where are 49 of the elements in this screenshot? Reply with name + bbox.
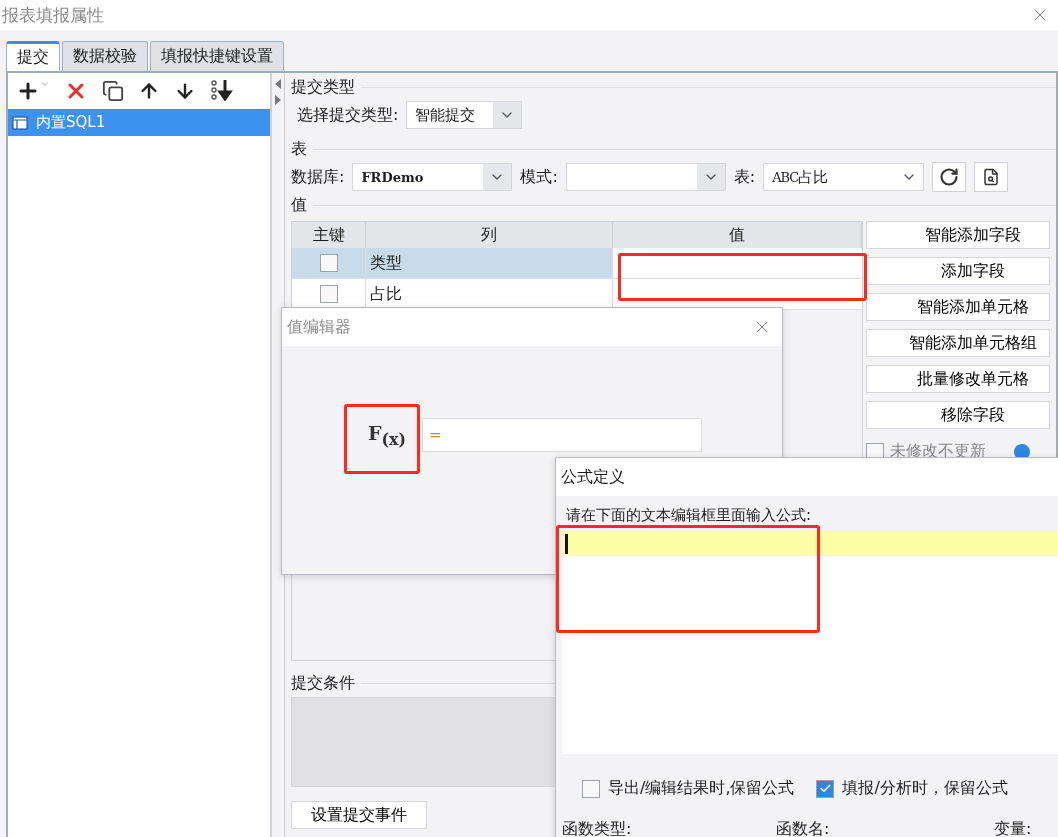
tab[interactable]: 填报快捷键设置 — [150, 41, 284, 71]
section-heading: 提交类型 — [291, 76, 355, 98]
action-button[interactable]: 智能添加单元格组 — [866, 329, 1050, 357]
section-heading: 表 — [291, 138, 307, 160]
action-button[interactable]: 智能添加字段 — [866, 221, 1050, 249]
refresh-icon — [939, 167, 960, 187]
action-button[interactable]: 移除字段 — [866, 401, 1050, 429]
submit-type-dropdown[interactable]: 智能提交 — [406, 101, 523, 129]
tab[interactable]: 数据校验 — [62, 41, 148, 71]
checkbox[interactable] — [816, 779, 835, 798]
event-button[interactable]: 设置提交事件 — [291, 801, 427, 829]
field-label: 选择提交类型: — [297, 104, 399, 126]
table-cell: 占比 — [366, 279, 613, 309]
field-label: 函数名: — [776, 819, 831, 837]
tab[interactable]: 提交 — [6, 41, 60, 71]
value-cell[interactable] — [613, 248, 862, 278]
table-icon — [12, 114, 30, 131]
checkbox[interactable] — [582, 779, 600, 798]
refresh-button[interactable] — [932, 162, 967, 192]
action-button[interactable]: 智能添加单元格 — [866, 293, 1050, 321]
dialog-title: 值编辑器 — [287, 316, 351, 338]
text-cursor — [565, 534, 568, 554]
section-heading: 提交条件 — [291, 672, 355, 694]
move-to-bottom-icon[interactable] — [210, 79, 234, 103]
table-dropdown[interactable]: ABC占比 — [763, 163, 925, 191]
dialog-title: 公式定义 — [561, 466, 625, 488]
field-label: 变量: — [994, 819, 1033, 837]
action-button[interactable]: 批量修改单元格 — [866, 365, 1050, 393]
table-cell: 类型 — [366, 248, 613, 278]
checkmark-icon — [819, 782, 832, 795]
field-label: 模式: — [520, 166, 558, 188]
checkbox-label: 导出/编辑结果时,保留公式 — [608, 778, 795, 799]
preview-button[interactable] — [974, 162, 1009, 192]
checkbox-label: 填报/分析时，保留公式 — [842, 778, 1008, 799]
prompt-text: 请在下面的文本编辑框里面输入公式: — [565, 505, 813, 526]
collapse-left-icon[interactable] — [275, 79, 281, 89]
checkbox[interactable] — [319, 285, 338, 303]
copy-icon[interactable] — [102, 80, 124, 102]
field-label: 函数类型: — [562, 819, 633, 837]
field-label: 数据库: — [291, 166, 345, 188]
database-dropdown[interactable]: FRDemo — [352, 163, 513, 191]
field-label: 表: — [733, 166, 756, 188]
section-heading: 值 — [291, 194, 307, 216]
expand-right-icon[interactable] — [275, 95, 281, 105]
checkbox[interactable] — [319, 254, 338, 272]
formula-button[interactable]: F$_{(x)}$ — [368, 421, 406, 449]
file-search-icon — [982, 168, 1001, 186]
action-button[interactable]: 添加字段 — [866, 257, 1050, 285]
window-title: 报表填报属性 — [2, 3, 104, 27]
